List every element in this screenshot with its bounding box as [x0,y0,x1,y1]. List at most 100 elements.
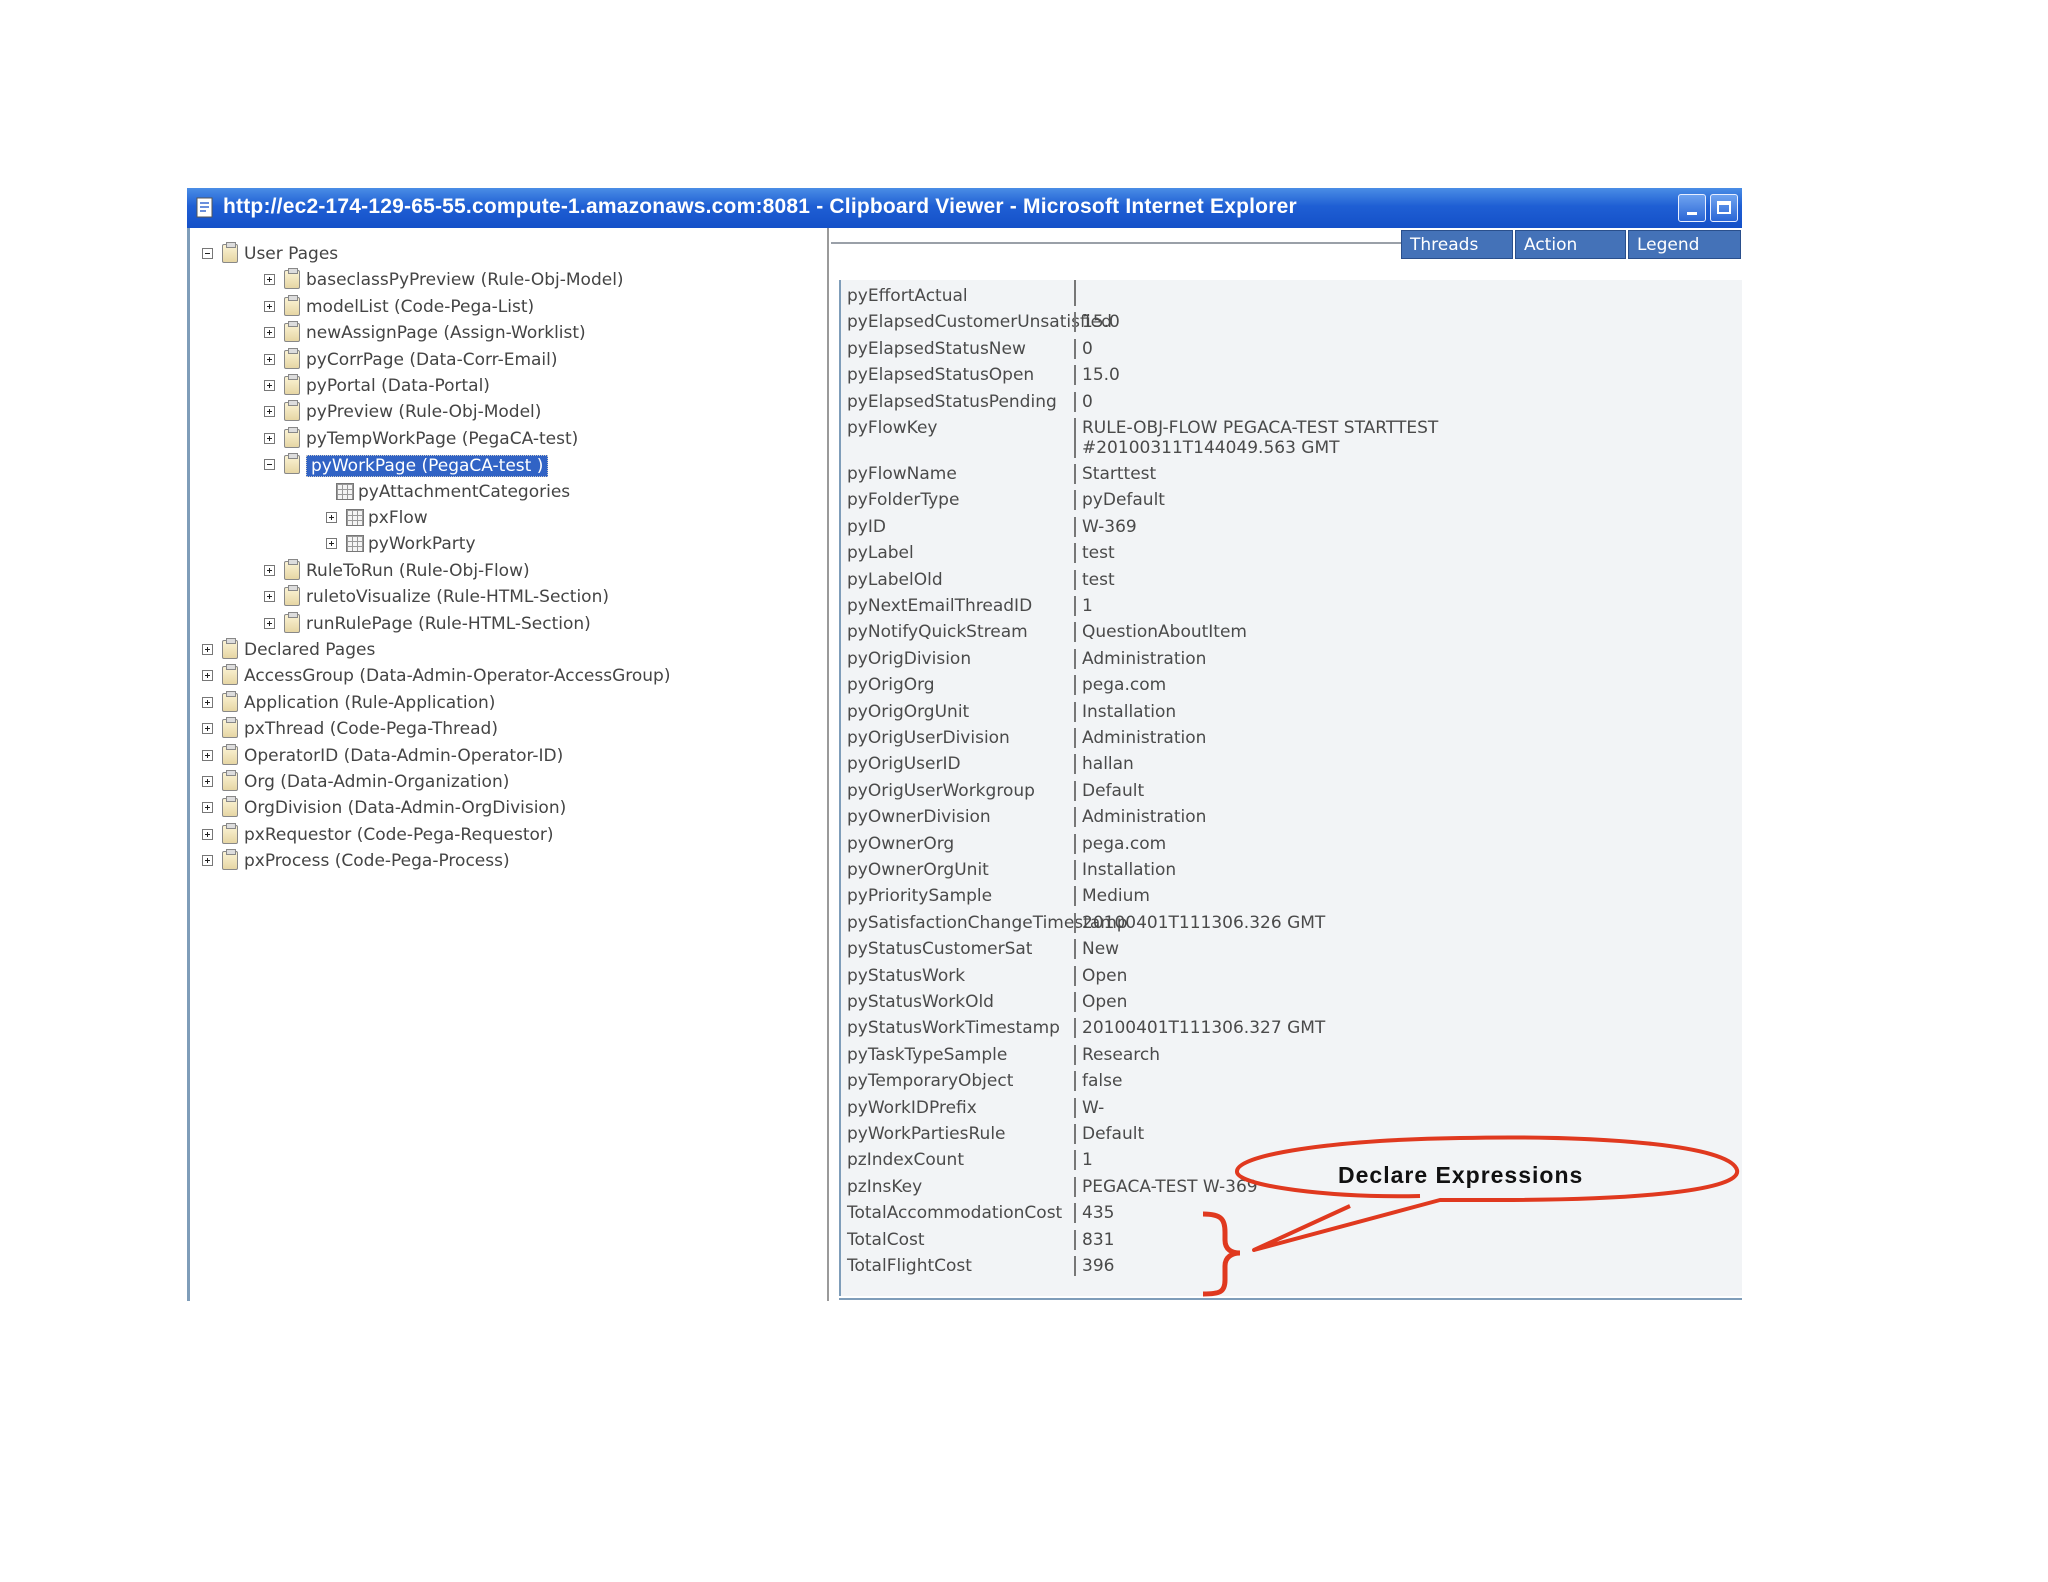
property-name: pyElapsedCustomerUnsatisfied [847,312,1112,333]
expand-icon[interactable] [326,512,337,523]
property-name: pyTaskTypeSample [847,1044,1008,1065]
property-value: 1 [1074,595,1093,616]
property-table: pyEffortActual pyElapsedCustomerUnsatisfi… [839,280,1742,1296]
tree-node-label[interactable]: runRulePage (Rule-HTML-Section) [306,614,591,634]
tree-node-label[interactable]: pxProcess (Code-Pega-Process) [244,851,510,871]
tree-node-label[interactable]: OrgDivision (Data-Admin-OrgDivision) [244,798,566,818]
tab-legend[interactable]: Legend [1628,230,1741,259]
collapse-icon[interactable] [264,459,275,471]
property-value: hallan [1074,754,1134,775]
expand-icon[interactable] [264,564,275,576]
page-list-icon [336,482,354,500]
browser-window: http://ec2-174-129-65-55.compute-1.amazo… [187,188,1742,1301]
property-name: pyLabelOld [847,569,943,590]
title-bar[interactable]: http://ec2-174-129-65-55.compute-1.amazo… [187,188,1742,228]
property-name: pyFlowKey [847,418,938,438]
tree-node-label[interactable]: pyPreview (Rule-Obj-Model) [306,402,541,422]
tab-action[interactable]: Action [1515,230,1626,259]
property-value: test [1074,569,1115,590]
collapse-icon[interactable] [202,248,213,259]
expand-icon[interactable] [202,776,213,787]
expand-icon[interactable] [202,749,213,761]
tree-node-label[interactable]: pyCorrPage (Data-Corr-Email) [306,350,558,370]
ie-page-icon [196,197,213,218]
property-name: pyPrioritySample [847,886,993,907]
property-value: 20100401T111306.326 GMT [1074,912,1325,933]
tree-node-label[interactable]: User Pages [244,244,338,264]
expand-icon[interactable] [264,432,275,444]
property-value: New [1074,939,1119,960]
expand-icon[interactable] [326,538,337,550]
expand-icon[interactable] [202,855,213,867]
expand-icon[interactable] [264,300,275,312]
property-value [1074,286,1082,306]
tree-node-label[interactable]: pxFlow [368,508,428,528]
property-name: pzIndexCount [847,1150,964,1171]
tab-threads[interactable]: Threads [1401,230,1513,259]
tree-node-label[interactable]: newAssignPage (Assign-Worklist) [306,323,586,343]
page-icon [222,770,238,791]
page-icon [222,717,238,739]
page-icon [222,690,238,712]
page-icon [222,638,238,659]
expand-icon[interactable] [264,353,275,365]
expand-icon[interactable] [264,274,275,286]
property-name: pyElapsedStatusOpen [847,365,1035,386]
maximize-button[interactable] [1710,194,1738,222]
expand-icon[interactable] [264,617,275,629]
maximize-icon [1717,201,1731,214]
tree-node-label[interactable]: Org (Data-Admin-Organization) [244,772,509,792]
page-icon [284,347,300,369]
property-value: Open [1074,965,1127,986]
property-value: Default [1074,1123,1144,1144]
page-icon [222,242,238,263]
expand-icon[interactable] [202,696,213,708]
tree-node-label[interactable]: pyTempWorkPage (PegaCA-test) [306,429,578,449]
tree-node-label[interactable]: pxThread (Code-Pega-Thread) [244,719,498,739]
tree-node-label[interactable]: Application (Rule-Application) [244,693,495,713]
page-icon [222,822,238,844]
expand-icon[interactable] [264,591,275,603]
expand-icon[interactable] [202,670,213,682]
property-name: pyWorkIDPrefix [847,1097,977,1118]
tree-node-label[interactable]: pyAttachmentCategories [358,482,570,502]
annotation-label: Declare Expressions [1338,1162,1584,1188]
tree-node-label[interactable]: pxRequestor (Code-Pega-Requestor) [244,825,554,845]
property-value: Installation [1074,701,1176,722]
property-value: 1 [1074,1150,1093,1171]
tree-node-label[interactable]: modelList (Code-Pega-List) [306,297,534,317]
property-name: pyStatusWork [847,965,966,986]
property-value: Administration [1074,648,1206,669]
expand-icon[interactable] [202,644,213,655]
property-value: Research [1074,1044,1160,1065]
clipboard-tree-pane: User Pages baseclassPyPreview (Rule-Obj-M… [187,228,829,1301]
tree-node-label[interactable]: pyPortal (Data-Portal) [306,376,490,396]
tree-node-label[interactable]: pyWorkPage (PegaCA-test ) [306,455,549,478]
expand-icon[interactable] [264,380,275,391]
property-value: Administration [1074,727,1206,748]
page-icon [284,268,300,290]
property-value: RULE-OBJ-FLOW PEGACA-TEST STARTTEST #201… [1074,418,1438,458]
minimize-button[interactable] [1678,194,1706,222]
page-icon [222,743,238,765]
tree-node-label[interactable]: AccessGroup (Data-Admin-Operator-AccessG… [244,666,670,686]
expand-icon[interactable] [202,723,213,735]
property-name: TotalFlightCost [847,1255,972,1276]
page-icon [284,585,300,607]
page-icon [284,374,300,395]
property-value: 0 [1074,338,1093,359]
tree-node-label[interactable]: ruletoVisualize (Rule-HTML-Section) [306,587,609,607]
expand-icon[interactable] [202,828,213,840]
table-bottom-border [839,1298,1742,1300]
tree-node-label[interactable]: RuleToRun (Rule-Obj-Flow) [306,561,530,581]
tree-node-label[interactable]: Declared Pages [244,640,375,660]
tree-node-label[interactable]: OperatorID (Data-Admin-Operator-ID) [244,746,563,766]
property-name: pyElapsedStatusPending [847,391,1057,412]
expand-icon[interactable] [202,802,213,814]
tree-node-label[interactable]: pyWorkParty [368,534,476,554]
expand-icon[interactable] [264,327,275,339]
property-value: 435 [1074,1203,1114,1224]
tree-node-label[interactable]: baseclassPyPreview (Rule-Obj-Model) [306,270,624,290]
page-icon [284,453,300,475]
expand-icon[interactable] [264,406,275,418]
